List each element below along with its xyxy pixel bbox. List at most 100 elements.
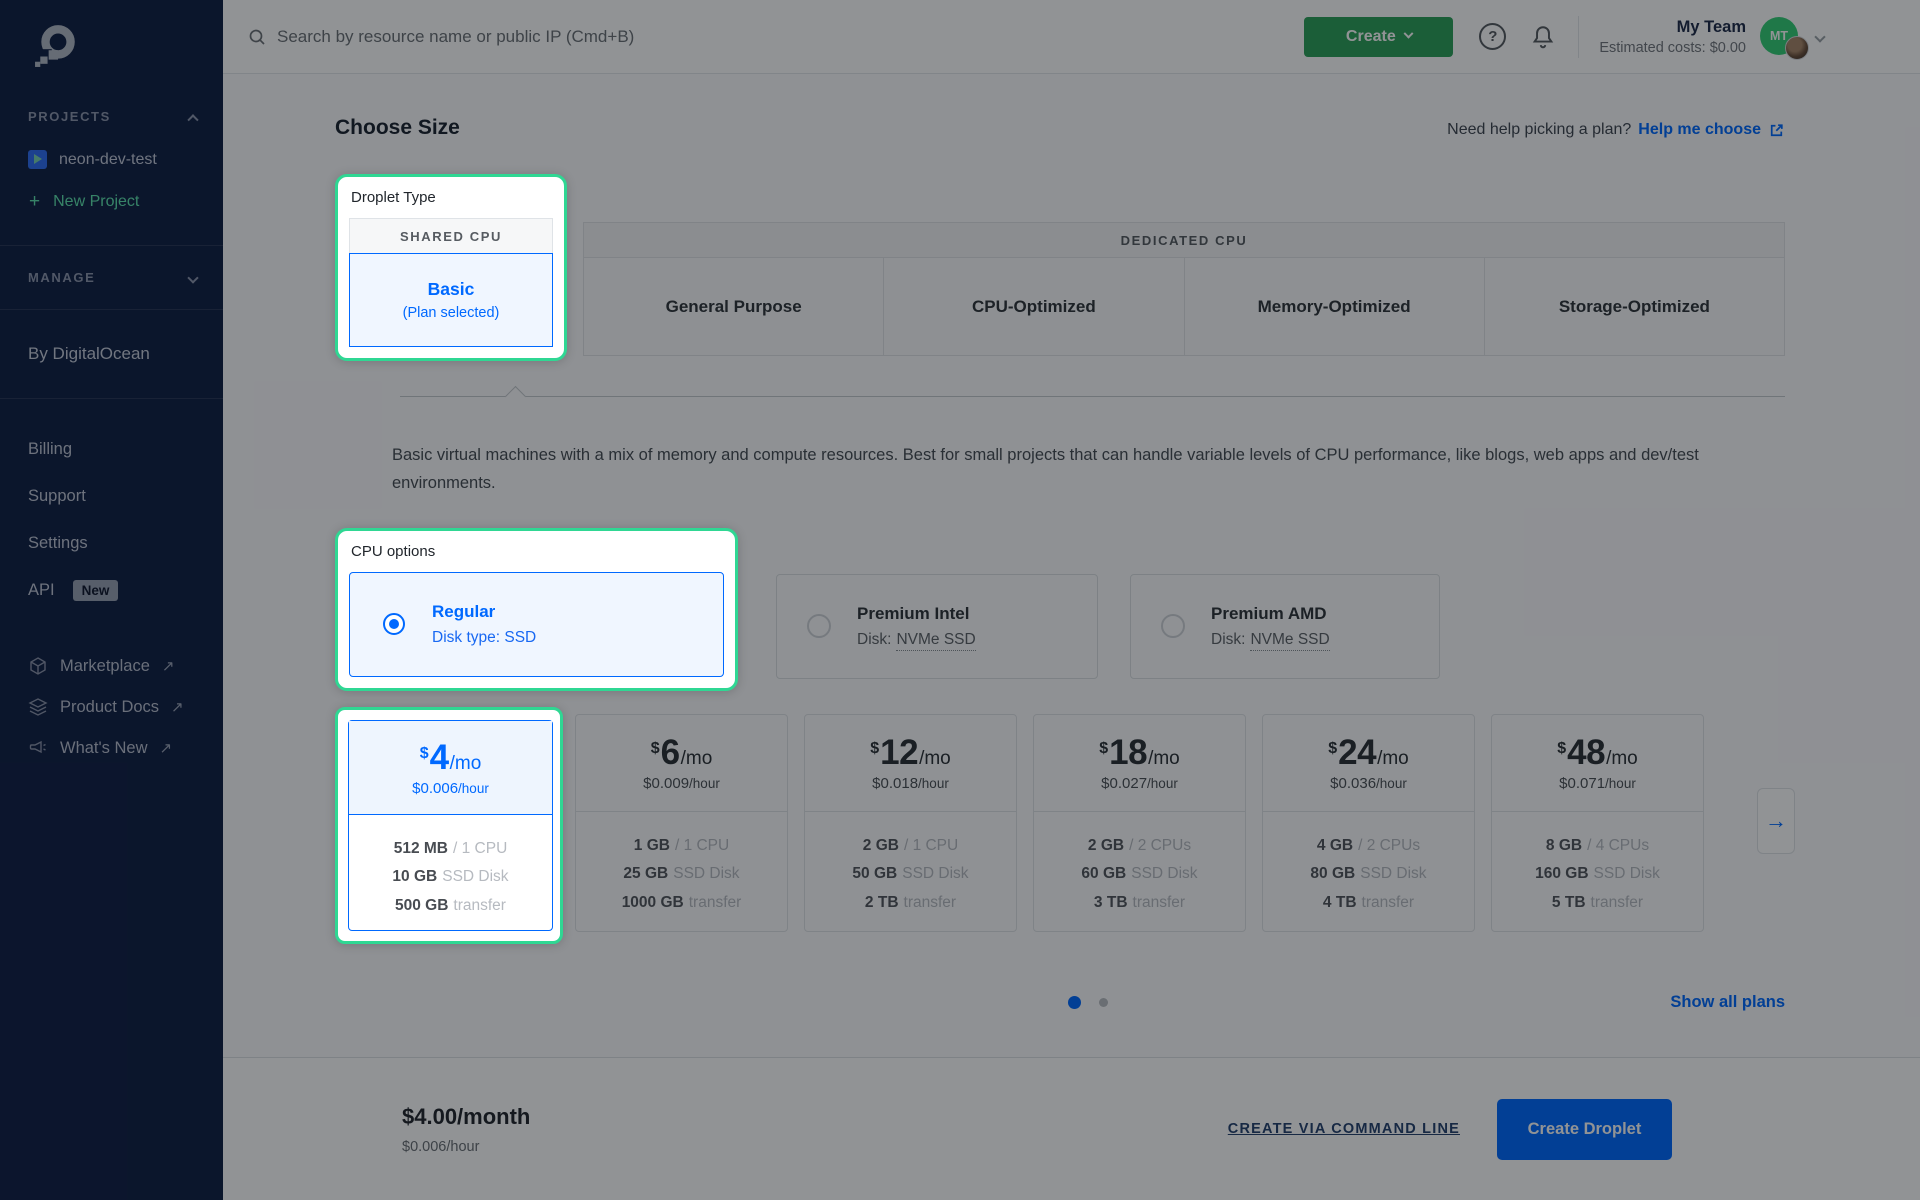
notifications-bell-icon[interactable] <box>1530 24 1556 50</box>
external-arrow-icon: ↗ <box>160 739 173 757</box>
help-prefix: Need help picking a plan? <box>1447 121 1631 139</box>
sidebar-new-project-button[interactable]: + New Project <box>29 193 223 211</box>
plan-hourly: $0.018 <box>872 775 918 792</box>
choose-size-section: Choose Size Need help picking a plan? He… <box>223 74 1920 1057</box>
cpu-options-label: CPU options <box>351 543 724 560</box>
plan-card-48[interactable]: $ 48 /mo $0.071/hour 8 GB/ 4 CPUs 160 GB… <box>1491 714 1704 932</box>
show-all-plans-link[interactable]: Show all plans <box>1670 993 1785 1012</box>
plan-price: 12 <box>880 733 918 773</box>
plan-hourly: $0.036 <box>1330 775 1376 792</box>
create-via-command-line-link[interactable]: CREATE VIA COMMAND LINE <box>1228 1121 1460 1137</box>
digitalocean-create-droplet-page: PROJECTS neon-dev-test + New Project MAN… <box>0 0 1920 1200</box>
external-arrow-icon: ↗ <box>162 657 175 675</box>
topbar: Create ? My Team Estimated costs: $0.00 <box>223 0 1920 74</box>
account-avatar[interactable]: MT <box>1760 17 1800 57</box>
sidebar-item-support[interactable]: Support <box>28 486 223 506</box>
per-month: /mo <box>450 753 482 775</box>
plan-hourly: $0.027 <box>1101 775 1147 792</box>
sidebar-item-marketplace[interactable]: Marketplace ↗ <box>28 656 223 676</box>
sidebar-divider <box>0 398 223 399</box>
team-menu[interactable]: My Team Estimated costs: $0.00 <box>1599 18 1746 56</box>
droplet-type-highlight: Droplet Type SHARED CPU Basic (Plan sele… <box>335 174 567 361</box>
plan-transfer: 2 TBtransfer <box>805 889 1016 918</box>
avatar-initials: MT <box>1770 29 1788 43</box>
plan-transfer: 5 TBtransfer <box>1492 889 1703 918</box>
cpu-option-premium-amd[interactable]: Premium AMD Disk:NVMe SSD <box>1130 574 1440 679</box>
plan-ram: 4 GB/ 2 CPUs <box>1263 832 1474 861</box>
pagination-dot[interactable] <box>1099 998 1108 1007</box>
sidebar-item-product-docs[interactable]: Product Docs ↗ <box>28 697 223 717</box>
help-me-choose-link[interactable]: Help me choose <box>1638 121 1761 139</box>
sidebar-item-api[interactable]: API New <box>28 580 223 600</box>
plan-disk: 50 GBSSD Disk <box>805 860 1016 889</box>
premium-amd-disk: Disk:NVMe SSD <box>1211 631 1330 649</box>
tab-basic-selected[interactable]: Basic (Plan selected) <box>349 253 553 347</box>
create-button[interactable]: Create <box>1304 17 1453 57</box>
plan-transfer: 1000 GBtransfer <box>576 889 787 918</box>
chevron-down-icon <box>1403 29 1413 39</box>
help-menu-button[interactable]: ? <box>1479 23 1506 50</box>
currency-symbol: $ <box>1557 740 1566 758</box>
plan-ram: 512 MB/ 1 CPU <box>349 835 552 864</box>
plan-card-4[interactable]: $ 4 /mo $0.006/hour 512 MB/ 1 CPU 10 GBS… <box>348 720 553 931</box>
cpu-options-highlight: CPU options Regular Disk type: SSD <box>335 528 738 691</box>
marketplace-label: Marketplace <box>60 657 150 676</box>
nvme-ssd-tooltip-term: NVMe SSD <box>896 631 975 651</box>
currency-symbol: $ <box>870 740 879 758</box>
dedicated-cpu-group: DEDICATED CPU General Purpose CPU-Optimi… <box>583 222 1785 356</box>
plan-cards-row: $ 4 /mo $0.006/hour 512 MB/ 1 CPU 10 GBS… <box>335 707 1785 944</box>
plan-ram: 2 GB/ 2 CPUs <box>1034 832 1245 861</box>
droplet-type-label: Droplet Type <box>351 189 553 206</box>
billing-label: Billing <box>28 440 72 459</box>
support-label: Support <box>28 487 86 506</box>
selected-tab-notch <box>505 386 526 407</box>
tab-storage-optimized[interactable]: Storage-Optimized <box>1485 258 1785 356</box>
search-input[interactable] <box>277 27 877 47</box>
tab-cpu-optimized[interactable]: CPU-Optimized <box>884 258 1184 356</box>
next-plans-arrow-button[interactable]: → <box>1757 788 1795 854</box>
plan-card-6[interactable]: $ 6 /mo $0.009/hour 1 GB/ 1 CPU 25 GBSSD… <box>575 714 788 932</box>
cpu-option-premium-intel[interactable]: Premium Intel Disk:NVMe SSD <box>776 574 1098 679</box>
tab-memory-optimized[interactable]: Memory-Optimized <box>1185 258 1485 356</box>
radio-unselected-icon <box>1161 614 1185 638</box>
selected-plan-highlight: $ 4 /mo $0.006/hour 512 MB/ 1 CPU 10 GBS… <box>335 707 563 944</box>
pagination-dot-active[interactable] <box>1068 996 1081 1009</box>
create-droplet-button[interactable]: Create Droplet <box>1497 1099 1672 1160</box>
plan-price: 24 <box>1338 733 1376 773</box>
account-menu-chevron[interactable] <box>1816 28 1824 46</box>
plan-price: 6 <box>661 733 680 773</box>
plan-price: 4 <box>430 738 449 778</box>
plan-hourly: $0.009 <box>643 775 689 792</box>
plan-transfer: 4 TBtransfer <box>1263 889 1474 918</box>
global-search[interactable] <box>247 27 1304 47</box>
plan-hourly: $0.006 <box>412 780 458 797</box>
plus-icon: + <box>29 195 40 209</box>
question-mark-icon: ? <box>1488 28 1497 45</box>
plan-card-18[interactable]: $ 18 /mo $0.027/hour 2 GB/ 2 CPUs 60 GBS… <box>1033 714 1246 932</box>
sidebar-item-settings[interactable]: Settings <box>28 533 223 553</box>
api-label: API <box>28 581 55 600</box>
whats-new-label: What's New <box>60 739 148 758</box>
topbar-divider <box>1578 16 1579 58</box>
plan-card-24[interactable]: $ 24 /mo $0.036/hour 4 GB/ 2 CPUs 80 GBS… <box>1262 714 1475 932</box>
project-icon <box>28 150 47 169</box>
premium-amd-title: Premium AMD <box>1211 604 1330 624</box>
new-badge: New <box>73 580 119 601</box>
sidebar: PROJECTS neon-dev-test + New Project MAN… <box>0 0 223 1200</box>
manage-label: MANAGE <box>28 270 95 285</box>
sidebar-manage-header[interactable]: MANAGE <box>0 270 223 285</box>
regular-disk-type: Disk type: SSD <box>432 629 536 647</box>
external-link-icon <box>1768 122 1785 139</box>
product-docs-label: Product Docs <box>60 698 159 717</box>
project-name: neon-dev-test <box>59 151 157 169</box>
tab-general-purpose[interactable]: General Purpose <box>583 258 884 356</box>
sidebar-item-project-neon-dev-test[interactable]: neon-dev-test <box>28 150 223 169</box>
sidebar-projects-header[interactable]: PROJECTS <box>0 109 223 124</box>
plan-card-12[interactable]: $ 12 /mo $0.018/hour 2 GB/ 1 CPU 50 GBSS… <box>804 714 1017 932</box>
sidebar-item-billing[interactable]: Billing <box>28 439 223 459</box>
plan-price: 48 <box>1567 733 1605 773</box>
digitalocean-logo-icon[interactable] <box>34 22 223 73</box>
by-digitalocean-label: By DigitalOcean <box>0 310 223 398</box>
cpu-option-regular-selected[interactable]: Regular Disk type: SSD <box>349 572 724 677</box>
sidebar-item-whats-new[interactable]: What's New ↗ <box>28 738 223 758</box>
